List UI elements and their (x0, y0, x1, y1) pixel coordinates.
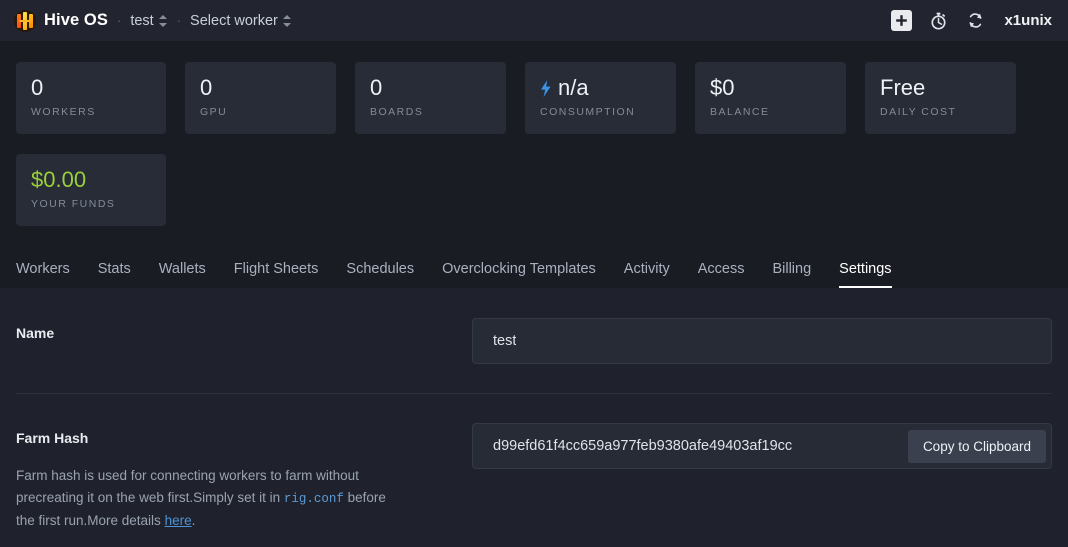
breadcrumb-separator-1: · (117, 13, 121, 28)
breadcrumb-separator-2: · (177, 13, 181, 28)
farm-hash-label: Farm Hash (16, 429, 472, 447)
help-details-link[interactable]: here (165, 513, 192, 528)
tab-workers[interactable]: Workers (16, 261, 84, 288)
timer-button[interactable] (928, 10, 949, 31)
tab-activity[interactable]: Activity (610, 261, 684, 288)
rig-conf-code: rig.conf (284, 492, 344, 506)
chevron-updown-icon (159, 14, 168, 28)
top-bar-actions: x1unix (891, 10, 1052, 31)
settings-row-name: Name test (16, 288, 1052, 364)
stat-card-daily-cost[interactable]: Free DAILY COST (865, 62, 1016, 134)
tab-stats[interactable]: Stats (84, 261, 145, 288)
stat-card-balance[interactable]: $0 BALANCE (695, 62, 846, 134)
stat-label-consumption: CONSUMPTION (540, 106, 661, 118)
stat-card-consumption[interactable]: n/a CONSUMPTION (525, 62, 676, 134)
top-navigation-bar: Hive OS · test · Select worker (0, 0, 1068, 41)
farm-name-input[interactable]: test (472, 318, 1052, 364)
stat-value-daily-cost: Free (880, 75, 1001, 101)
name-label-column: Name (16, 318, 472, 342)
farm-tabs: Workers Stats Wallets Flight Sheets Sche… (16, 246, 1052, 288)
stat-value-consumption: n/a (558, 75, 589, 101)
bolt-icon (540, 80, 552, 97)
refresh-icon (967, 12, 984, 29)
tab-schedules[interactable]: Schedules (332, 261, 428, 288)
chevron-updown-icon (283, 14, 292, 28)
tab-overclocking-templates[interactable]: Overclocking Templates (428, 261, 610, 288)
stat-card-workers[interactable]: 0 WORKERS (16, 62, 166, 134)
name-field-column: test (472, 318, 1052, 364)
stat-label-boards: BOARDS (370, 106, 491, 118)
worker-selector-label: Select worker (190, 13, 278, 29)
stat-value-boards: 0 (370, 75, 491, 101)
settings-panel: Name test Farm Hash Farm hash is used fo… (0, 288, 1068, 547)
farm-tabs-bar: Workers Stats Wallets Flight Sheets Sche… (0, 246, 1068, 288)
copy-to-clipboard-button[interactable]: Copy to Clipboard (908, 430, 1046, 463)
hive-logo-icon (14, 10, 36, 32)
stat-label-gpu: GPU (200, 106, 321, 118)
stat-card-gpu[interactable]: 0 GPU (185, 62, 336, 134)
stats-row-secondary: $0.00 YOUR FUNDS (16, 154, 1052, 226)
farm-hash-field-column: d99efd61f4cc659a977feb9380afe49403af19cc… (472, 423, 1052, 469)
farm-hash-label-column: Farm Hash Farm hash is used for connecti… (16, 423, 472, 532)
username-menu[interactable]: x1unix (1004, 12, 1052, 29)
plus-icon (895, 14, 908, 27)
worker-selector[interactable]: Select worker (190, 13, 292, 29)
refresh-button[interactable] (965, 10, 986, 31)
farm-hash-value: d99efd61f4cc659a977feb9380afe49403af19cc (493, 438, 792, 454)
farm-hash-help-text: Farm hash is used for connecting workers… (16, 465, 391, 532)
name-label: Name (16, 324, 472, 342)
farm-hash-input[interactable]: d99efd61f4cc659a977feb9380afe49403af19cc… (472, 423, 1052, 469)
stat-label-daily-cost: DAILY COST (880, 106, 1001, 118)
tab-flight-sheets[interactable]: Flight Sheets (220, 261, 333, 288)
stat-value-consumption-wrap: n/a (540, 75, 661, 101)
stat-value-gpu: 0 (200, 75, 321, 101)
stat-card-your-funds[interactable]: $0.00 YOUR FUNDS (16, 154, 166, 226)
stat-value-balance: $0 (710, 75, 831, 101)
stat-value-workers: 0 (31, 75, 151, 101)
farm-stats-region: 0 WORKERS 0 GPU 0 BOARDS n/a CONSUMPTION… (0, 41, 1068, 226)
stat-value-your-funds: $0.00 (31, 167, 151, 193)
farm-selector[interactable]: test (130, 13, 167, 29)
tab-access[interactable]: Access (684, 261, 759, 288)
tab-wallets[interactable]: Wallets (145, 261, 220, 288)
settings-row-farm-hash: Farm Hash Farm hash is used for connecti… (16, 393, 1052, 532)
stat-label-workers: WORKERS (31, 106, 151, 118)
stat-label-your-funds: YOUR FUNDS (31, 198, 151, 210)
tab-settings[interactable]: Settings (825, 261, 905, 288)
brand-logo-link[interactable]: Hive OS (14, 10, 108, 32)
help-text-part-3: . (192, 513, 196, 528)
stat-card-boards[interactable]: 0 BOARDS (355, 62, 506, 134)
farm-name-value: test (493, 333, 516, 349)
add-button[interactable] (891, 10, 912, 31)
brand-name: Hive OS (44, 11, 108, 30)
stats-row-primary: 0 WORKERS 0 GPU 0 BOARDS n/a CONSUMPTION… (16, 62, 1052, 134)
stopwatch-icon (930, 12, 947, 30)
tab-billing[interactable]: Billing (758, 261, 825, 288)
stat-label-balance: BALANCE (710, 106, 831, 118)
farm-selector-label: test (130, 13, 153, 29)
